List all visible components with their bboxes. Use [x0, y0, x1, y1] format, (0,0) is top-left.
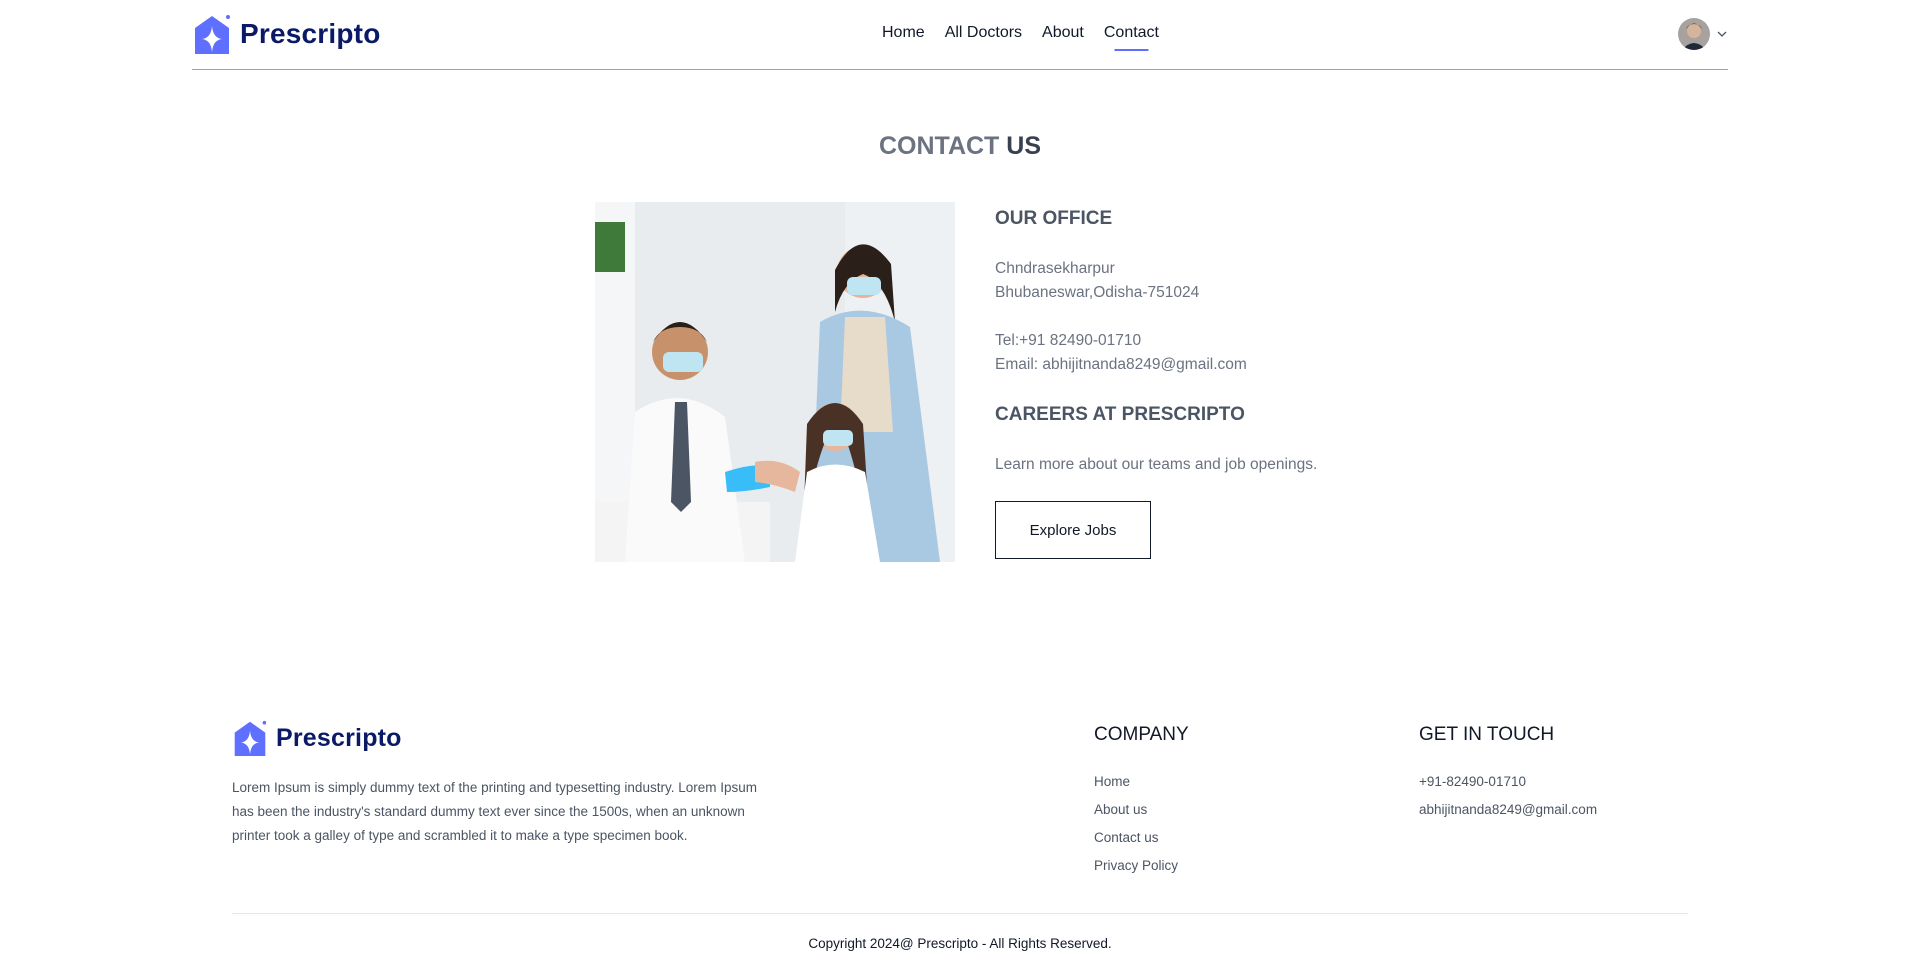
- careers-text: Learn more about our teams and job openi…: [995, 456, 1318, 473]
- logo-icon: [234, 720, 267, 756]
- explore-jobs-button[interactable]: Explore Jobs: [995, 501, 1151, 559]
- contact-image: [595, 202, 955, 562]
- footer-description: Lorem Ipsum is simply dummy text of the …: [232, 780, 757, 843]
- navbar: Prescripto Home All Doctors About Contac…: [192, 0, 1728, 70]
- nav-all-doctors[interactable]: All Doctors: [945, 24, 1022, 42]
- main-nav: Home All Doctors About Contact: [882, 24, 1159, 42]
- nav-about[interactable]: About: [1042, 24, 1084, 42]
- footer-link-contact[interactable]: Contact us: [1094, 824, 1178, 852]
- copyright: Copyright 2024@ Prescripto - All Rights …: [808, 936, 1112, 951]
- touch-list: +91-82490-01710 abhijitnanda8249@gmail.c…: [1419, 768, 1597, 824]
- address-line-1: Chndrasekharpur: [995, 260, 1115, 277]
- office-email: Email: abhijitnanda8249@gmail.com: [995, 356, 1247, 373]
- footer-brand-name: Prescripto: [276, 723, 402, 752]
- careers-title: CAREERS AT PRESCRIPTO: [995, 404, 1245, 425]
- brand-logo[interactable]: Prescripto: [192, 14, 381, 54]
- footer-link-home[interactable]: Home: [1094, 768, 1178, 796]
- logo-icon: [195, 15, 230, 54]
- page-title: CONTACT US: [0, 132, 1920, 161]
- office-tel: Tel:+91 82490-01710: [995, 332, 1142, 349]
- nav-contact[interactable]: Contact: [1104, 24, 1159, 42]
- nav-home[interactable]: Home: [882, 24, 925, 42]
- footer-phone: +91-82490-01710: [1419, 774, 1526, 789]
- company-title: COMPANY: [1094, 724, 1189, 745]
- footer-link-privacy[interactable]: Privacy Policy: [1094, 852, 1178, 880]
- office-title: OUR OFFICE: [995, 208, 1113, 229]
- chevron-down-icon[interactable]: [1716, 28, 1728, 40]
- address-line-2: Bhubaneswar,Odisha-751024: [995, 284, 1200, 301]
- footer-brand-logo[interactable]: Prescripto: [232, 720, 402, 756]
- footer-divider: [232, 913, 1688, 914]
- user-avatar-icon[interactable]: [1678, 18, 1710, 50]
- brand-name: Prescripto: [240, 18, 381, 49]
- page-title-light: CONTACT: [878, 132, 1000, 160]
- footer-email: abhijitnanda8249@gmail.com: [1419, 802, 1598, 817]
- page-title-bold: US: [1006, 132, 1042, 160]
- company-links: Home About us Contact us Privacy Policy: [1094, 768, 1178, 880]
- footer-link-about[interactable]: About us: [1094, 796, 1178, 824]
- get-in-touch-title: GET IN TOUCH: [1419, 724, 1555, 745]
- profile-menu[interactable]: [1678, 18, 1728, 50]
